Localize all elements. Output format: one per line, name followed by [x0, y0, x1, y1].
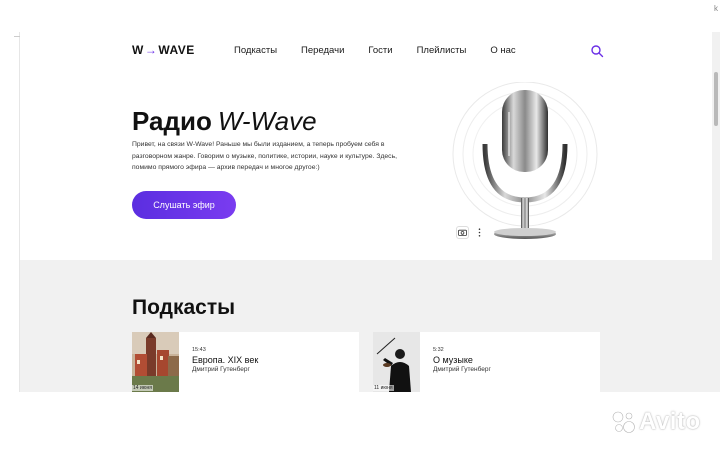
podcast-duration: 5:32: [433, 347, 444, 353]
avito-logo-icon: [612, 411, 635, 433]
hero-title-italic: W-Wave: [217, 106, 317, 136]
nav-about[interactable]: О нас: [490, 45, 515, 56]
hero-title: Радио W-Wave: [132, 106, 317, 137]
podcast-thumbnail-violinist: 11 июня: [373, 332, 420, 392]
main-nav: Подкасты Передачи Гости Плейлисты О нас: [234, 45, 516, 56]
watermark-text: Avito: [639, 408, 701, 435]
search-icon[interactable]: [590, 44, 604, 58]
more-options-icon[interactable]: [473, 226, 486, 239]
left-panel-edge: [0, 32, 20, 392]
browser-top-bar: k: [0, 0, 720, 32]
podcast-author: Дмитрий Гутенберг: [433, 366, 491, 373]
podcast-title: О музыке: [433, 355, 473, 365]
podcast-card[interactable]: 14 июня 15:43 Европа. XIX век Дмитрий Гу…: [132, 332, 359, 392]
corner-hint: k: [714, 4, 718, 13]
hero-title-bold: Радио: [132, 106, 212, 136]
podcasts-title: Подкасты: [132, 296, 236, 319]
logo-wave: WAVE: [158, 43, 195, 57]
microphone-illustration: [452, 82, 598, 239]
podcast-date: 11 июня: [373, 385, 394, 391]
avito-watermark: Avito: [612, 408, 701, 436]
page-scrollbar[interactable]: [712, 32, 720, 392]
nav-guests[interactable]: Гости: [368, 45, 392, 56]
camera-icon[interactable]: [456, 225, 469, 239]
image-tools: [456, 225, 486, 239]
listen-live-button[interactable]: Слушать эфир: [132, 191, 236, 219]
nav-shows[interactable]: Передачи: [301, 45, 344, 56]
site-header: W→WAVE Подкасты Передачи Гости Плейлисты…: [20, 32, 712, 70]
website: W→WAVE Подкасты Передачи Гости Плейлисты…: [20, 32, 712, 392]
scrollbar-thumb[interactable]: [714, 72, 718, 126]
podcast-thumbnail-city: 14 июня: [132, 332, 179, 392]
podcast-title: Европа. XIX век: [192, 355, 259, 365]
podcast-date: 14 июня: [132, 385, 153, 391]
logo[interactable]: W→WAVE: [132, 43, 195, 57]
logo-arrow: →: [144, 43, 158, 57]
podcast-author: Дмитрий Гутенберг: [192, 366, 250, 373]
podcast-duration: 15:43: [192, 347, 206, 353]
nav-podcasts[interactable]: Подкасты: [234, 45, 277, 56]
podcast-card[interactable]: 11 июня 5:32 О музыке Дмитрий Гутенберг: [373, 332, 600, 392]
nav-playlists[interactable]: Плейлисты: [417, 45, 467, 56]
hero-description: Привет, на связи W-Wave! Раньше мы были …: [132, 141, 398, 171]
podcasts-section: Подкасты 14 июня 15:43 Европа. XIX век Д…: [20, 260, 712, 392]
logo-w: W: [132, 43, 144, 57]
